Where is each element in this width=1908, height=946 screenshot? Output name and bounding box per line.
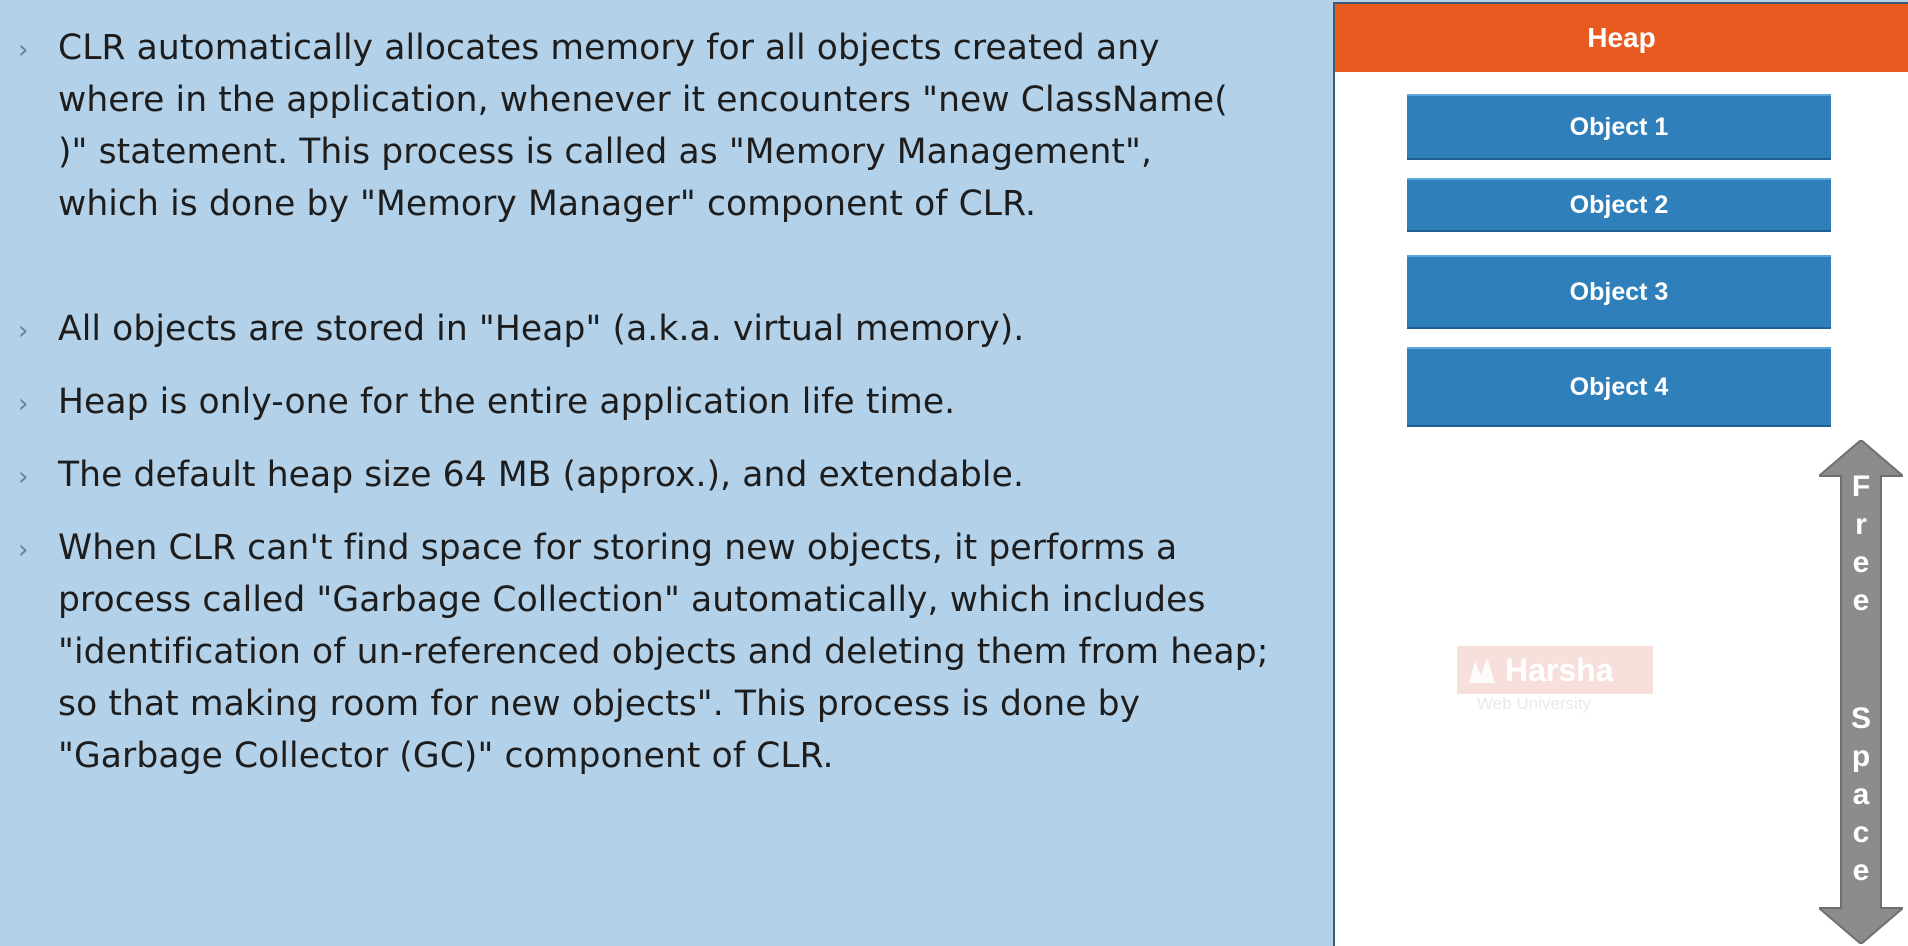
free-space-letter: r [1855,508,1867,541]
bullet-marker: › [18,316,29,346]
bullet-marker: › [18,389,29,419]
free-space-letter: a [1852,778,1870,811]
watermark-box: Harsha [1457,646,1653,694]
heap-object-3: Object 3 [1407,255,1831,329]
heap-object-2: Object 2 [1407,178,1831,232]
free-space-letter: e [1852,584,1870,617]
slide-content: › CLR automatically allocates memory for… [0,0,1332,944]
bullet-text: CLR automatically allocates memory for a… [58,28,1228,224]
heap-object-1: Object 1 [1407,94,1831,160]
bullet-marker: › [18,462,29,492]
watermark: Harsha Web University [1457,646,1653,716]
watermark-subtitle: Web University [1477,694,1591,713]
free-space-letter: e [1852,546,1870,579]
free-space-letter: F [1851,470,1871,503]
heap-title: Heap [1335,4,1908,72]
free-space-letter: e [1852,854,1870,887]
free-space-label: F r e e S p a c e [1819,468,1903,908]
bullet-text: The default heap size 64 MB (approx.), a… [58,455,1025,495]
free-space-letter: S [1850,702,1871,735]
free-space-arrow: F r e e S p a c e [1819,440,1903,944]
bullet-text: When CLR can't find space for storing ne… [58,528,1269,776]
heap-diagram: Heap Object 1 Object 2 Object 3 Object 4… [1333,2,1908,946]
harsha-logo-icon [1469,657,1495,683]
bullet-marker: › [18,535,29,565]
bullet-text: Heap is only-one for the entire applicat… [58,382,956,422]
free-space-letter: p [1851,740,1871,773]
bullet-text: All objects are stored in "Heap" (a.k.a.… [58,309,1025,349]
heap-object-4: Object 4 [1407,347,1831,427]
bullet-marker: › [18,35,29,65]
watermark-name: Harsha [1505,651,1614,688]
free-space-letter: c [1852,816,1870,849]
